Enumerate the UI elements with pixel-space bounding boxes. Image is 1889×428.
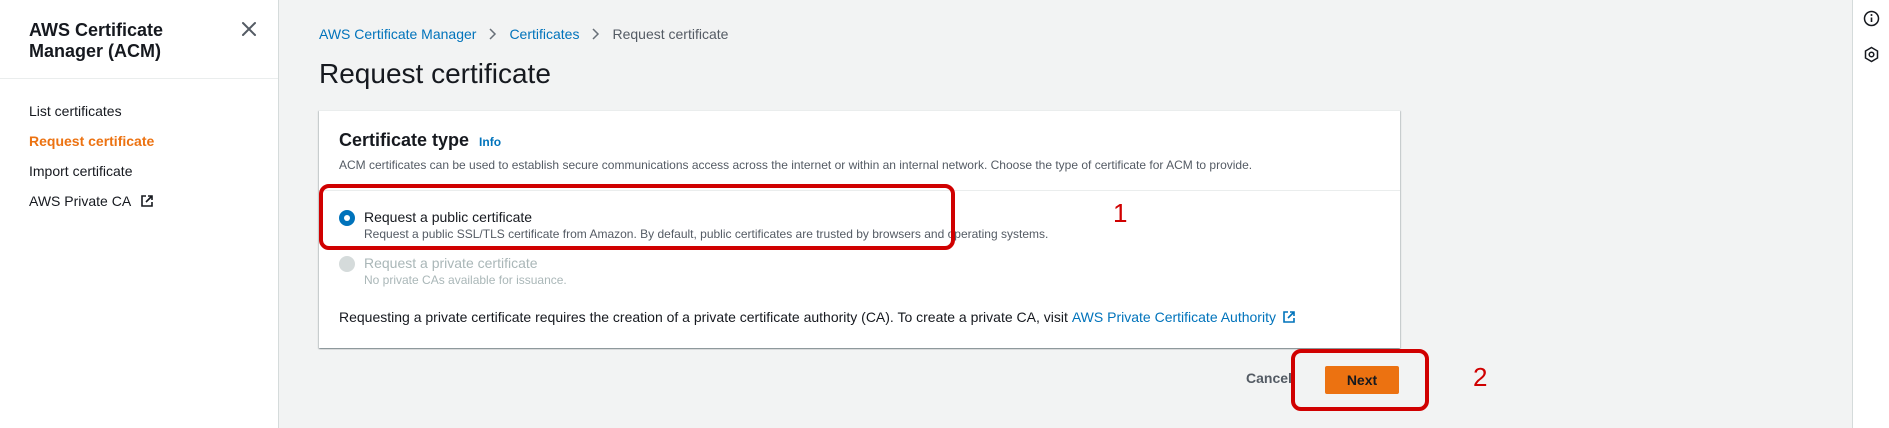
- radio-private-certificate: [339, 256, 355, 272]
- sidebar-item-import-certificate[interactable]: Import certificate: [29, 156, 154, 186]
- close-icon[interactable]: [238, 18, 260, 40]
- sidebar-item-label: Import certificate: [29, 163, 133, 179]
- sidebar-header: AWS Certificate Manager (ACM): [0, 0, 278, 79]
- chevron-right-icon: [592, 28, 600, 40]
- sidebar-item-label: AWS Private CA: [29, 193, 132, 209]
- annotation-number-1: 1: [1113, 198, 1128, 228]
- sidebar-item-aws-private-ca[interactable]: AWS Private CA: [29, 186, 154, 216]
- option-description: No private CAs available for issuance.: [364, 273, 567, 287]
- annotation-number-2: 2: [1473, 362, 1488, 392]
- external-link-icon: [141, 195, 153, 207]
- service-title[interactable]: AWS Certificate Manager (ACM): [29, 20, 199, 62]
- tools-rail: [1852, 0, 1889, 428]
- settings-gear-icon[interactable]: [1863, 46, 1880, 63]
- private-ca-note: Requesting a private certificate require…: [339, 309, 1296, 325]
- option-private-certificate: Request a private certificate No private…: [339, 255, 567, 287]
- panel-description: ACM certificates can be used to establis…: [339, 158, 1253, 172]
- panel-header: Certificate type Info ACM certificates c…: [319, 111, 1400, 191]
- info-icon[interactable]: [1863, 10, 1880, 27]
- sidebar-item-label: Request certificate: [29, 133, 155, 149]
- sidebar-item-label: List certificates: [29, 103, 122, 119]
- external-link-icon[interactable]: [1282, 310, 1296, 324]
- info-link[interactable]: Info: [479, 135, 501, 149]
- sidebar-item-list-certificates[interactable]: List certificates: [29, 96, 154, 126]
- side-navigation: AWS Certificate Manager (ACM) List certi…: [0, 0, 279, 428]
- breadcrumb-current: Request certificate: [612, 26, 729, 42]
- main-content: AWS Certificate Manager Certificates Req…: [280, 0, 1850, 428]
- annotation-box-2: [1291, 349, 1429, 411]
- sidebar-item-request-certificate[interactable]: Request certificate: [29, 126, 154, 156]
- chevron-right-icon: [489, 28, 497, 40]
- page-title: Request certificate: [319, 58, 551, 89]
- cancel-button[interactable]: Cancel: [1246, 370, 1292, 386]
- breadcrumb-certificates[interactable]: Certificates: [509, 26, 579, 42]
- panel-title: Certificate type Info: [339, 130, 501, 151]
- panel-title-text: Certificate type: [339, 130, 470, 150]
- breadcrumb-acm[interactable]: AWS Certificate Manager: [319, 26, 476, 42]
- private-note-text: Requesting a private certificate require…: [339, 309, 1068, 325]
- breadcrumb: AWS Certificate Manager Certificates Req…: [319, 26, 728, 42]
- sidebar-nav: List certificates Request certificate Im…: [29, 96, 154, 216]
- private-ca-link[interactable]: AWS Private Certificate Authority: [1072, 309, 1276, 325]
- annotation-box-1: [319, 184, 955, 250]
- option-label: Request a private certificate: [364, 255, 538, 271]
